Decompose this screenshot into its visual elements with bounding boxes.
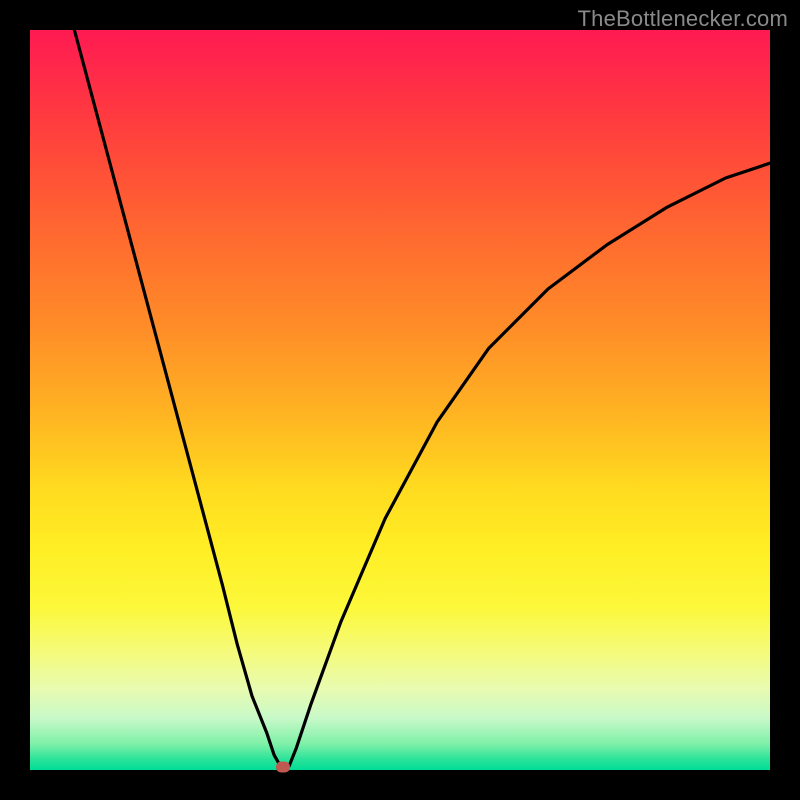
optimal-point-marker [276,762,290,773]
plot-background-gradient [30,30,770,770]
watermark-text: TheBottlenecker.com [578,6,788,32]
chart-frame: TheBottlenecker.com [0,0,800,800]
